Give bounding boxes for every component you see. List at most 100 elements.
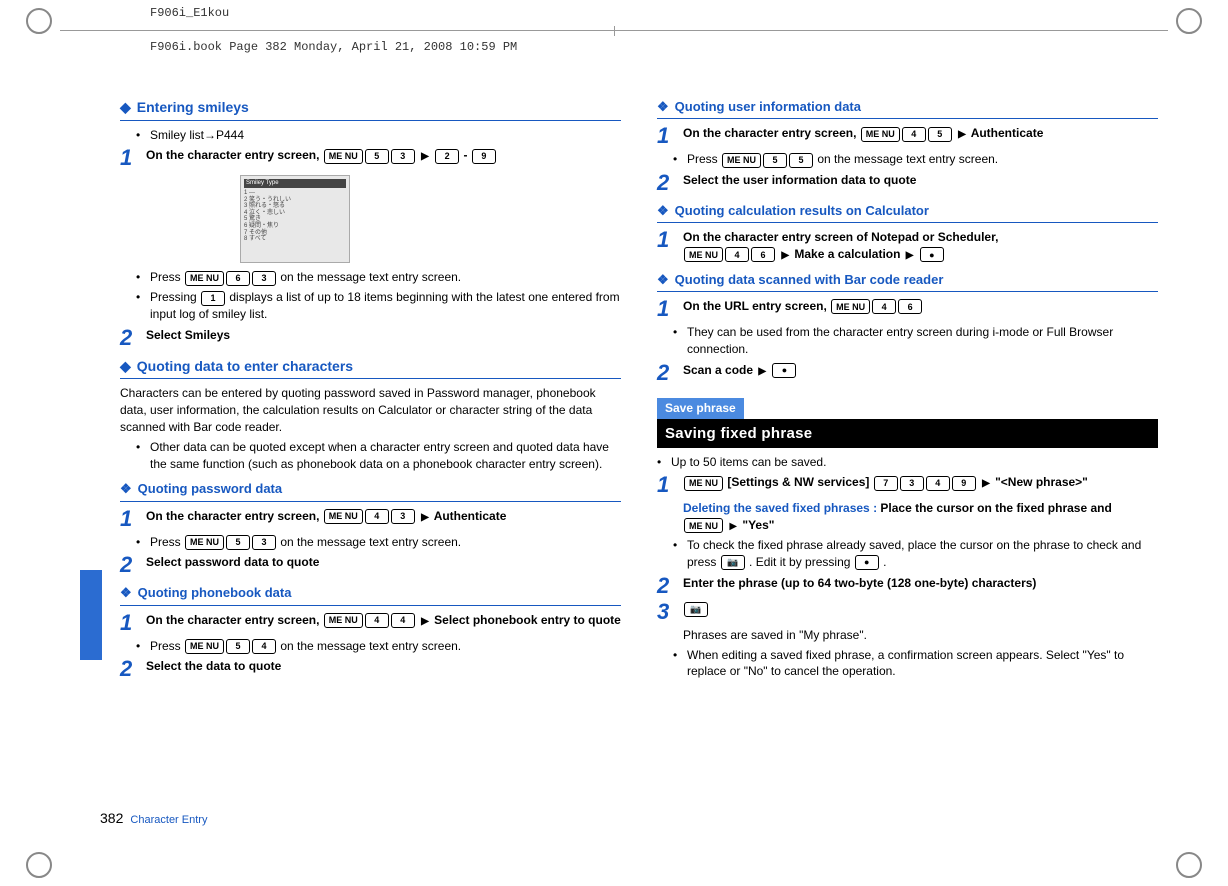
smiley-screenshot: Smiley Type 1 --- 2 笑う・うれしい 3 照れる・怒る 4 泣… [240,175,350,263]
subhead-barcode: ❖ Quoting data scanned with Bar code rea… [657,271,1158,289]
triangle-icon: ▶ [781,250,789,261]
section-rule [657,118,1158,119]
bullet-tail: on the message text entry screen. [280,639,461,653]
bullet-body: To check the fixed phrase already saved,… [687,537,1158,571]
step-num: 2 [120,554,138,576]
key-3: 3 [252,271,276,286]
key-menu: ME NU [861,127,900,142]
step-text: On the URL entry screen, [683,299,830,313]
subhead-userinfo: ❖ Quoting user information data [657,98,1158,116]
triangle-icon: ▶ [421,512,429,523]
section-rule [120,378,621,379]
step-tail: Select phonebook entry to quote [434,613,621,627]
section-rule [657,291,1158,292]
step-1-phonebook: 1 On the character entry screen, ME NU44… [120,612,621,634]
bullet-other-data: • Other data can be quoted except when a… [136,439,621,473]
step-1-userinfo: 1 On the character entry screen, ME NU45… [657,125,1158,147]
section-rule [120,605,621,606]
key-4: 4 [725,247,749,262]
key-5: 5 [928,127,952,142]
triangle-icon: ▶ [982,478,990,489]
bullet-dot: • [673,324,681,358]
step-body: On the character entry screen, ME NU53 ▶… [146,147,621,169]
bullet-dot: • [136,534,144,551]
screenshot-line: 6 疑問・焦り [244,223,346,230]
step-3-savephrase: 3 📷 [657,601,1158,623]
key-4: 4 [252,639,276,654]
key-5b: 5 [789,153,813,168]
authenticate: Authenticate [971,126,1044,140]
diamond-icon: ◆ [120,357,131,377]
step-num: 1 [657,125,675,147]
step-num: 3 [657,601,675,623]
ref-smiley-list: • Smiley list→P444 [136,127,621,144]
key-4: 4 [872,299,896,314]
step-num: 2 [120,327,138,349]
key-7: 7 [874,476,898,491]
bullet-dot: • [136,439,144,473]
bullet-check-phrase: • To check the fixed phrase already save… [673,537,1158,571]
key-9: 9 [472,149,496,164]
step-body: On the character entry screen, ME NU45 ▶… [683,125,1158,147]
step-2-barcode: 2 Scan a code ▶ ● [657,362,1158,384]
crop-mark-br [1176,852,1202,878]
section-rule [120,120,621,121]
paragraph: Characters can be entered by quoting pas… [120,385,621,435]
key-menu: ME NU [684,518,723,533]
heading-text: Quoting data to enter characters [137,357,353,377]
step-num: 1 [657,298,675,320]
triangle-icon: ▶ [958,129,966,140]
step-num: 2 [657,575,675,597]
key-camera: 📷 [684,602,708,617]
step-text: On the character entry screen, [683,126,860,140]
key-menu: ME NU [684,247,723,262]
left-column: ◆ Entering smileys • Smiley list→P444 1 … [120,90,621,816]
screenshot-line: 5 驚き [244,216,346,223]
key-4: 4 [926,476,950,491]
step-num: 1 [657,229,675,263]
key-menu: ME NU [324,509,363,524]
bullet-press-m63: • Press ME NU63 on the message text entr… [136,269,621,286]
bullet-text-a: Pressing [150,290,200,304]
key-center: ● [855,555,879,570]
top-crosshair [614,26,615,36]
make-calc: Make a calculation [794,247,900,261]
key-center: ● [920,247,944,262]
step-body: Select Smileys [146,327,621,349]
book-header: F906i.book Page 382 Monday, April 21, 20… [150,40,517,54]
diamond-icon: ◆ [120,98,131,118]
bullet-dot: • [136,289,144,323]
triangle-icon: ▶ [421,151,429,162]
key-menu: ME NU [324,149,363,164]
bullet-body: Press ME NU54 on the message text entry … [150,638,461,655]
section-rule [120,501,621,502]
subhead-text: Quoting calculation results on Calculato… [675,202,929,220]
step-body: 📷 [683,601,1158,623]
key-menu: ME NU [185,271,224,286]
saving-fixed-phrase-title: Saving fixed phrase [657,419,1158,448]
doc-header: F906i_E1kou [150,6,229,20]
bullet-press-m55: • Press ME NU55 on the message text entr… [673,151,1158,168]
triangle-icon: ▶ [906,250,914,261]
ref-text: Smiley list→P444 [150,127,244,144]
step-body: On the character entry screen of Notepad… [683,229,1158,263]
key-menu: ME NU [722,153,761,168]
bullet-dot: • [136,127,144,144]
screenshot-line: 3 照れる・怒る [244,203,346,210]
key-menu: ME NU [185,535,224,550]
step-body: Enter the phrase (up to 64 two-byte (128… [683,575,1158,597]
step-num: 2 [657,362,675,384]
subhead-text: Quoting password data [138,480,282,498]
delete-label: Deleting the saved fixed phrases : [683,501,880,515]
key-3: 3 [252,535,276,550]
bullet-body: Press ME NU55 on the message text entry … [687,151,998,168]
bullet-text: Press [150,639,184,653]
step-num: 1 [120,147,138,169]
bullet-text: Other data can be quoted except when a c… [150,439,621,473]
step-body: On the URL entry screen, ME NU46 [683,298,1158,320]
bullet-text: Press [687,152,721,166]
dash: - [463,148,467,162]
step-text-a: [Settings & NW services] [727,475,872,489]
step-2-savephrase: 2 Enter the phrase (up to 64 two-byte (1… [657,575,1158,597]
triangle-icon: ▶ [758,366,766,377]
